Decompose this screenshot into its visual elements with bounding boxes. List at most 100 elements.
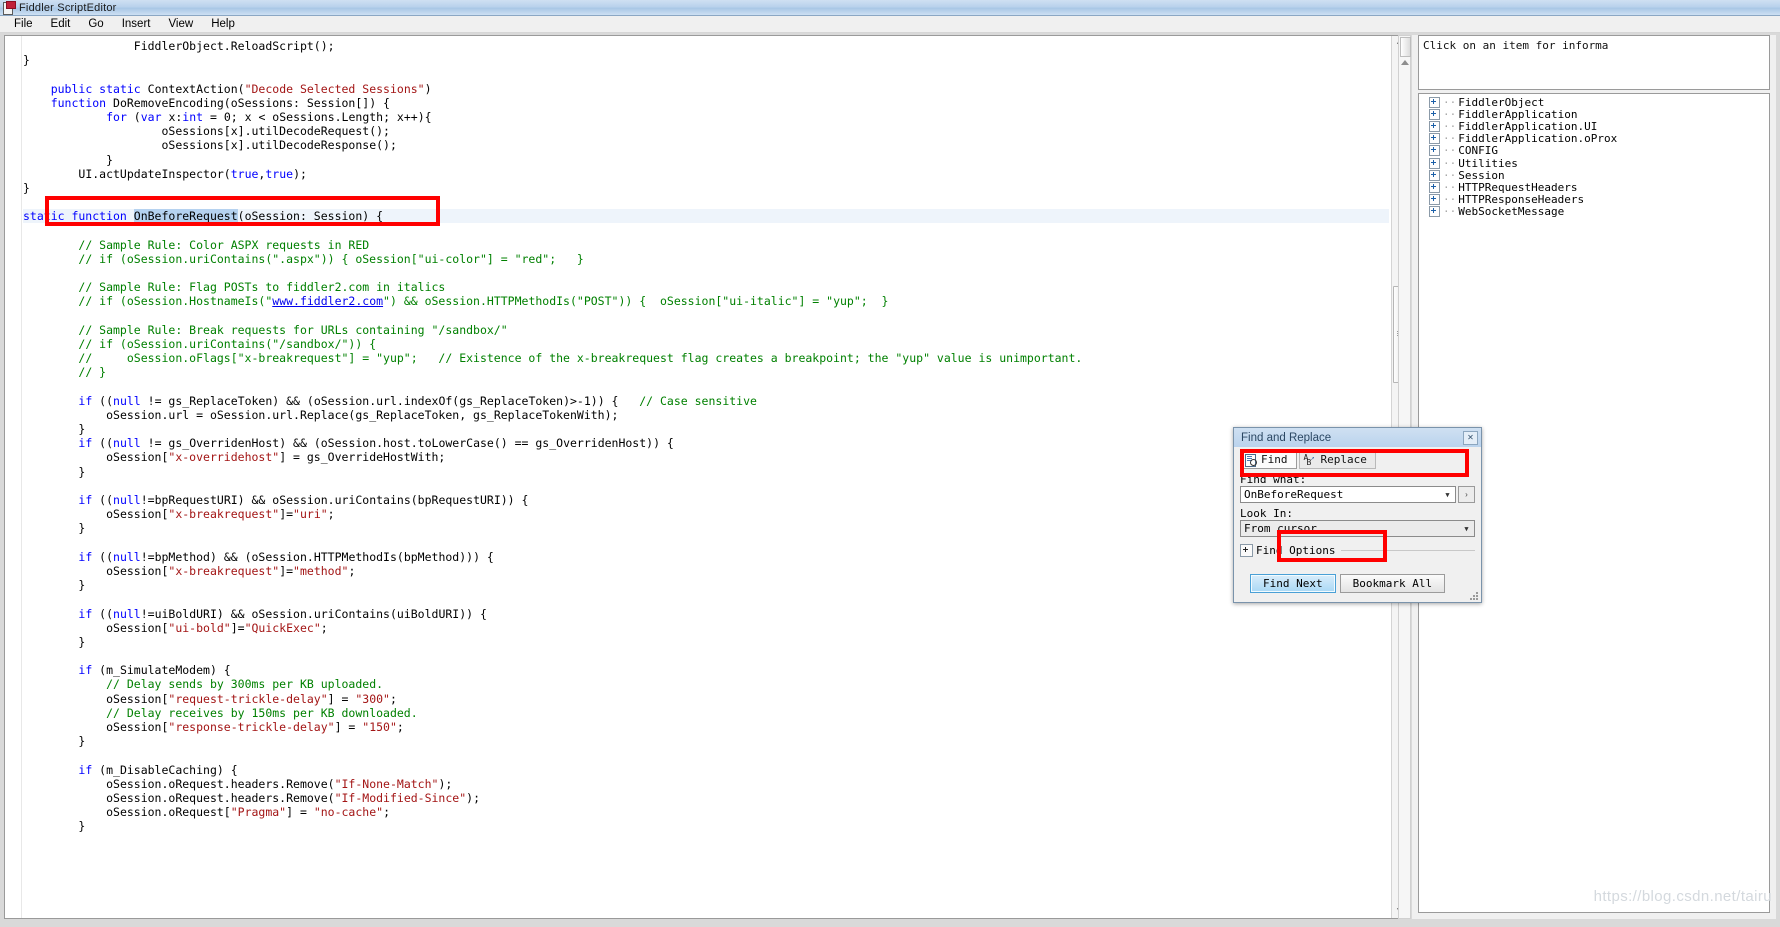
code-token: "x-overridehost": [168, 450, 280, 465]
script-document-icon: [2, 1, 16, 15]
expand-plus-icon[interactable]: [1429, 169, 1440, 181]
tab-find-label: Find: [1261, 453, 1288, 466]
code-line: oSession["ui-bold"]="QuickExec";: [106, 620, 328, 635]
code-line: // }: [23, 365, 106, 379]
tab-replace-label: Replace: [1320, 453, 1367, 466]
tree-item[interactable]: ·· HTTPResponseHeaders: [1419, 193, 1769, 206]
window-title: Fiddler ScriptEditor: [19, 1, 117, 14]
chevron-down-icon-look-in[interactable]: ▼: [1459, 525, 1474, 533]
code-token: if: [78, 493, 100, 507]
code-line: // if (oSession.HostnameIs("www.fiddler2…: [23, 294, 888, 308]
tree-connector: ··: [1443, 95, 1457, 109]
find-options-expander[interactable]: Find Options: [1240, 544, 1475, 557]
tree-connector: ··: [1443, 119, 1457, 133]
code-token: "300": [355, 691, 390, 706]
code-token: static function: [23, 209, 134, 224]
look-in-select[interactable]: From cursor ▼: [1240, 520, 1475, 537]
tree-connector: ··: [1443, 107, 1457, 121]
tree-connector: ··: [1443, 144, 1457, 158]
code-line: oSession["response-trickle-delay"] = "15…: [106, 720, 404, 734]
code-token: "QuickExec": [244, 620, 321, 635]
expand-plus-icon[interactable]: [1429, 120, 1440, 132]
code-line: }: [23, 180, 30, 195]
close-icon[interactable]: ✕: [1463, 430, 1478, 445]
code-line: UI.actUpdateInspector(true,true);: [78, 166, 307, 181]
resize-grip-icon[interactable]: [1468, 590, 1479, 601]
code-line: // Delay receives by 150ms per KB downlo…: [23, 706, 418, 720]
chevron-down-icon[interactable]: ▼: [1440, 491, 1455, 499]
code-token: ") && oSession.HTTPMethodIs("POST")) { o…: [383, 294, 889, 309]
find-what-value: OnBeforeRequest: [1244, 488, 1344, 501]
code-line: // if (oSession.uriContains(".aspx")) { …: [23, 252, 583, 266]
menu-item-view[interactable]: View: [159, 17, 202, 31]
code-line: if ((null!=bpMethod) && (oSession.HTTPMe…: [78, 549, 494, 564]
code-line: // Sample Rule: Color ASPX requests in R…: [23, 238, 369, 252]
tree-item[interactable]: ·· Session: [1419, 168, 1769, 182]
menu-item-file[interactable]: File: [5, 17, 42, 31]
tree-item[interactable]: ·· FiddlerApplication: [1419, 107, 1769, 121]
plus-icon[interactable]: [1240, 544, 1253, 557]
code-token: null: [113, 436, 148, 451]
code-line: if ((null != gs_OverridenHost) && (oSess…: [78, 436, 674, 451]
expand-plus-icon[interactable]: [1429, 194, 1440, 206]
code-line: // if (oSession.uriContains("/sandbox/")…: [23, 337, 376, 351]
code-token: for: [106, 109, 134, 124]
dialog-buttons: Find Next Bookmark All: [1250, 574, 1446, 593]
code-token: "ui-bold": [168, 620, 231, 635]
find-what-label: Find what:: [1240, 473, 1307, 486]
tab-find[interactable]: Find: [1240, 450, 1297, 469]
find-and-replace-dialog[interactable]: Find and Replace ✕ Find A B ↗ Replace Fi…: [1233, 427, 1482, 603]
code-line: oSession["request-trickle-delay"] = "300…: [106, 691, 397, 706]
expand-plus-icon[interactable]: [1429, 206, 1440, 218]
tree-item[interactable]: ·· FiddlerApplication.UI: [1419, 119, 1769, 133]
tree-connector: ··: [1443, 156, 1457, 170]
tree-item[interactable]: ·· Utilities: [1419, 156, 1769, 170]
tree-item[interactable]: ·· FiddlerApplication.oProx: [1419, 132, 1769, 145]
expand-plus-icon[interactable]: [1429, 133, 1440, 145]
code-line: if ((null != gs_ReplaceToken) && (oSessi…: [78, 393, 757, 408]
tree-item[interactable]: ·· WebSocketMessage: [1419, 205, 1769, 219]
expand-plus-icon[interactable]: [1429, 157, 1440, 169]
code-token: "response-trickle-delay": [168, 720, 335, 734]
tree-item[interactable]: ·· FiddlerObject: [1419, 95, 1769, 109]
code-line: public static ContextAction("Decode Sele…: [50, 81, 432, 96]
code-token: "no-cache": [313, 805, 384, 820]
tree-item[interactable]: ·· CONFIG: [1419, 144, 1769, 158]
tree-connector: ··: [1443, 205, 1457, 219]
code-token: if: [78, 762, 100, 777]
tab-replace[interactable]: A B ↗ Replace: [1298, 450, 1376, 469]
menu-item-edit[interactable]: Edit: [42, 17, 80, 31]
code-token: // oSession.oFlags["x-breakrequest"] = "…: [78, 351, 1083, 366]
code-token: // Sample Rule: Flag POSTs to fiddler2.c…: [78, 280, 446, 295]
expand-plus-icon[interactable]: [1429, 145, 1440, 157]
tree-item[interactable]: ·· HTTPRequestHeaders: [1419, 181, 1769, 194]
code-line: }: [78, 734, 86, 749]
code-token: "x-breakrequest": [168, 507, 280, 522]
code-token: "method": [293, 563, 349, 578]
code-token: "Pragma": [230, 805, 287, 820]
code-text[interactable]: FiddlerObject.ReloadScript(); } public s…: [23, 39, 1389, 918]
expand-plus-icon[interactable]: [1429, 181, 1440, 193]
code-line: }: [78, 521, 86, 536]
expand-plus-icon[interactable]: [1429, 108, 1440, 120]
menu-item-insert[interactable]: Insert: [113, 17, 160, 31]
code-line: oSessions[x].utilDecodeResponse();: [161, 138, 397, 153]
find-what-row: OnBeforeRequest ▼ ›: [1240, 486, 1475, 503]
code-editor-pane[interactable]: FiddlerObject.ReloadScript(); } public s…: [4, 35, 1408, 919]
find-expand-button[interactable]: ›: [1458, 486, 1475, 503]
look-in-value: From cursor: [1244, 522, 1317, 535]
tree-connector: ··: [1443, 168, 1457, 182]
menu-item-help[interactable]: Help: [202, 17, 244, 31]
bookmark-all-button[interactable]: Bookmark All: [1339, 574, 1446, 593]
code-line: if (m_DisableCaching) {: [78, 762, 238, 777]
panel-scroll-up-arrow[interactable]: [1401, 60, 1409, 65]
code-line: }: [78, 464, 86, 479]
panel-scrollbar-thumb[interactable]: [1400, 37, 1411, 57]
code-token: www.fiddler2.com: [272, 294, 384, 309]
find-next-button[interactable]: Find Next: [1250, 574, 1336, 593]
code-token: var: [140, 109, 169, 124]
menu-item-go[interactable]: Go: [79, 17, 112, 31]
find-what-input[interactable]: OnBeforeRequest ▼: [1240, 486, 1456, 503]
expand-plus-icon[interactable]: [1429, 96, 1440, 108]
code-token: "150": [362, 720, 397, 734]
